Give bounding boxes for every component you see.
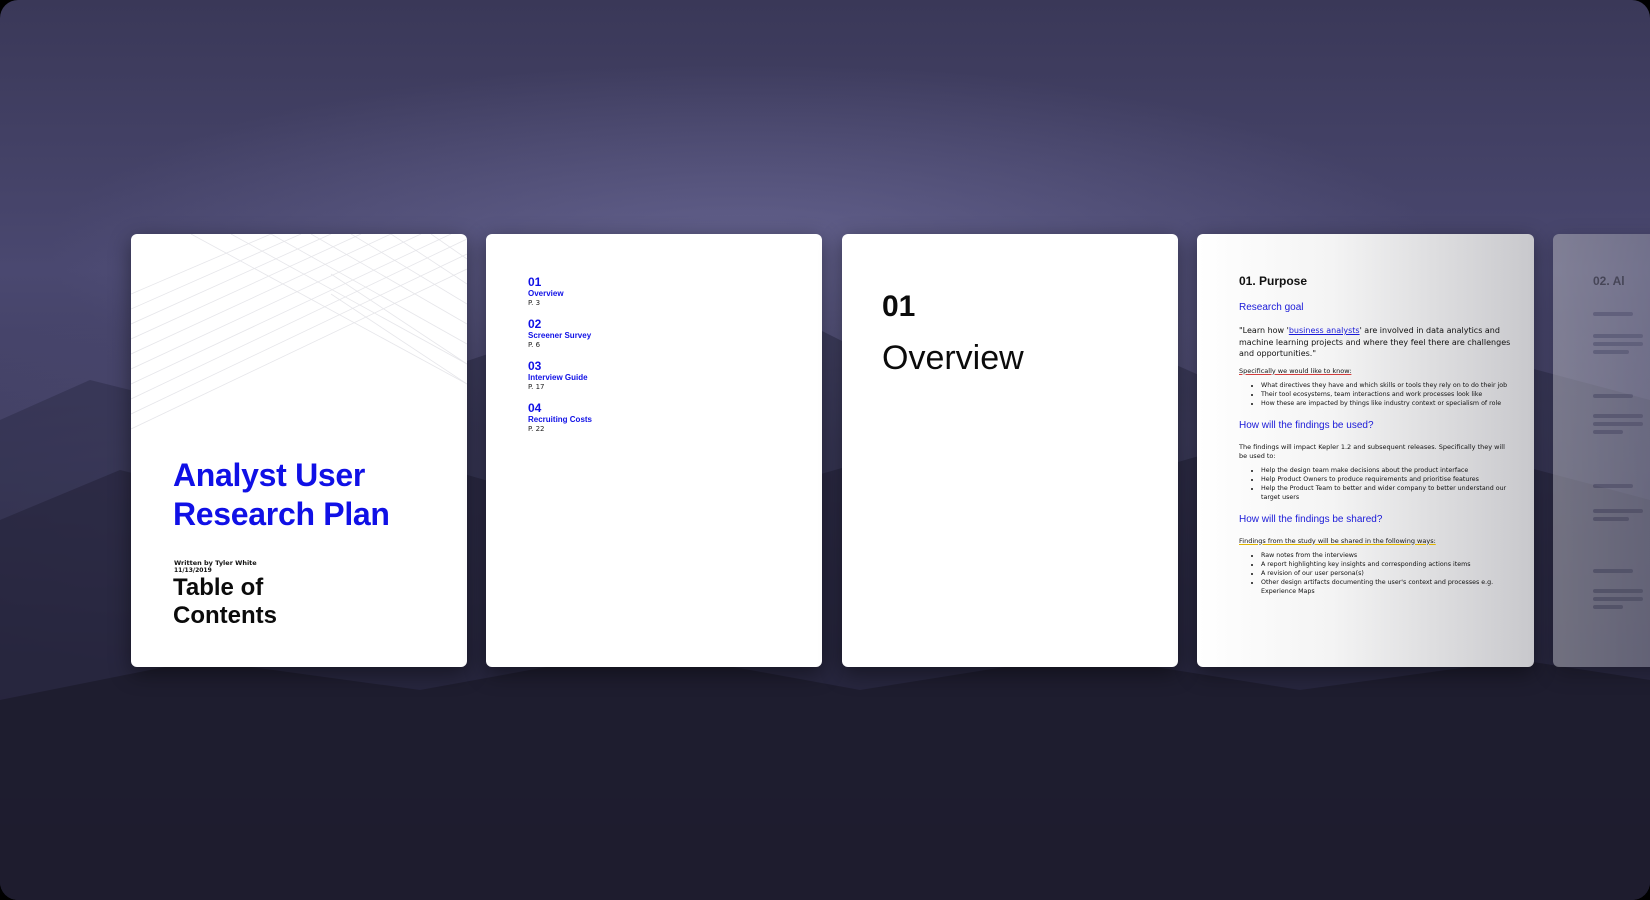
- cover-title-line1: Analyst User: [173, 457, 366, 493]
- list-item: Help the Product Team to better and wide…: [1261, 484, 1514, 502]
- toc-entry-number: 02: [528, 317, 542, 331]
- cover-page[interactable]: Analyst User Research Plan Written by Ty…: [131, 234, 467, 667]
- next-page-text-line: [1593, 605, 1623, 609]
- toc-entry-label: Interview Guide: [528, 373, 588, 382]
- findings-used-intro: The findings will impact Kepler 1.2 and …: [1239, 442, 1505, 460]
- next-page-text-line: [1593, 342, 1643, 346]
- toc-entry-page: P. 17: [528, 383, 545, 391]
- cover-date: 11/13/2019: [174, 567, 212, 574]
- used-list: Help the design team make decisions abou…: [1239, 466, 1514, 502]
- overview-page[interactable]: 01 Overview: [842, 234, 1178, 667]
- cover-toc-line2: Contents: [173, 602, 277, 629]
- shared-list: Raw notes from the interviews A report h…: [1239, 551, 1514, 596]
- specifically-intro: Specifically we would like to know:: [1239, 366, 1352, 375]
- next-page-text-line: [1593, 312, 1633, 316]
- findings-shared-intro: Findings from the study will be shared i…: [1239, 536, 1436, 545]
- list-item: Help the design team make decisions abou…: [1261, 466, 1514, 475]
- findings-shared-heading: How will the findings be shared?: [1239, 513, 1383, 525]
- quote-start: "Learn how ': [1239, 326, 1289, 335]
- cover-toc-line1: Table of: [173, 574, 264, 601]
- toc-entry-label: Recruiting Costs: [528, 415, 593, 424]
- toc-entry-number: 03: [528, 359, 542, 373]
- toc-entry[interactable]: 04 Recruiting Costs P. 22: [528, 402, 592, 434]
- list-item: How these are impacted by things like in…: [1261, 399, 1514, 408]
- list-item: A revision of our user persona(s): [1261, 569, 1514, 578]
- next-page-text-line: [1593, 517, 1629, 521]
- cover-title: Analyst User Research Plan: [173, 456, 390, 534]
- list-item: A report highlighting key insights and c…: [1261, 560, 1514, 569]
- list-item: Other design artifacts documenting the u…: [1261, 578, 1514, 596]
- next-page-heading: 02. Al: [1593, 274, 1625, 288]
- toc-entry[interactable]: 01 Overview P. 3: [528, 276, 592, 308]
- next-page-text-line: [1593, 589, 1643, 593]
- next-page-text-line: [1593, 394, 1633, 398]
- next-page-text-line: [1593, 334, 1643, 338]
- toc-list: 01 Overview P. 3 02 Screener Survey P. 6…: [528, 276, 592, 444]
- toc-entry-label: Overview: [528, 289, 564, 298]
- next-page-text-line: [1593, 430, 1623, 434]
- purpose-heading: 01. Purpose: [1239, 274, 1308, 288]
- toc-entry-page: P. 6: [528, 341, 541, 349]
- toc-entry-page: P. 22: [528, 425, 545, 433]
- cover-toc-heading: Table of Contents: [173, 574, 373, 630]
- toc-entry-number: 04: [528, 401, 542, 415]
- list-item: Their tool ecosystems, team interactions…: [1261, 390, 1514, 399]
- purpose-page[interactable]: 01. Purpose Research goal "Learn how 'bu…: [1197, 234, 1534, 667]
- toc-entry-number: 01: [528, 275, 542, 289]
- list-item: What directives they have and which skil…: [1261, 381, 1514, 390]
- next-page-text-line: [1593, 569, 1633, 573]
- research-goal-quote: "Learn how 'business analysts' are invol…: [1239, 325, 1514, 360]
- list-item: Raw notes from the interviews: [1261, 551, 1514, 560]
- next-page-text-line: [1593, 484, 1633, 488]
- next-page-text-line: [1593, 422, 1643, 426]
- gallery-background: Analyst User Research Plan Written by Ty…: [0, 0, 1650, 900]
- list-item: Help Product Owners to produce requireme…: [1261, 475, 1514, 484]
- next-page-text-line: [1593, 509, 1643, 513]
- next-page-text-line: [1593, 597, 1643, 601]
- research-goal-heading: Research goal: [1239, 302, 1304, 313]
- cover-author: Written by Tyler White: [174, 559, 257, 567]
- toc-entry-label: Screener Survey: [528, 331, 592, 340]
- purpose-content: 01. Purpose Research goal "Learn how 'bu…: [1239, 274, 1514, 596]
- toc-entry[interactable]: 03 Interview Guide P. 17: [528, 360, 592, 392]
- cover-title-line2: Research Plan: [173, 496, 390, 532]
- cover-line-pattern: [131, 234, 467, 430]
- toc-page[interactable]: 01 Overview P. 3 02 Screener Survey P. 6…: [486, 234, 822, 667]
- next-page-text-line: [1593, 350, 1629, 354]
- overview-section-title: Overview: [882, 339, 1024, 377]
- next-page-preview[interactable]: 02. Al: [1553, 234, 1650, 667]
- know-list: What directives they have and which skil…: [1239, 381, 1514, 408]
- overview-section-number: 01: [882, 290, 916, 323]
- business-analysts-link[interactable]: business analysts: [1289, 326, 1360, 335]
- toc-entry-page: P. 3: [528, 299, 541, 307]
- findings-used-heading: How will the findings be used?: [1239, 419, 1374, 431]
- next-page-text-line: [1593, 414, 1643, 418]
- toc-entry[interactable]: 02 Screener Survey P. 6: [528, 318, 592, 350]
